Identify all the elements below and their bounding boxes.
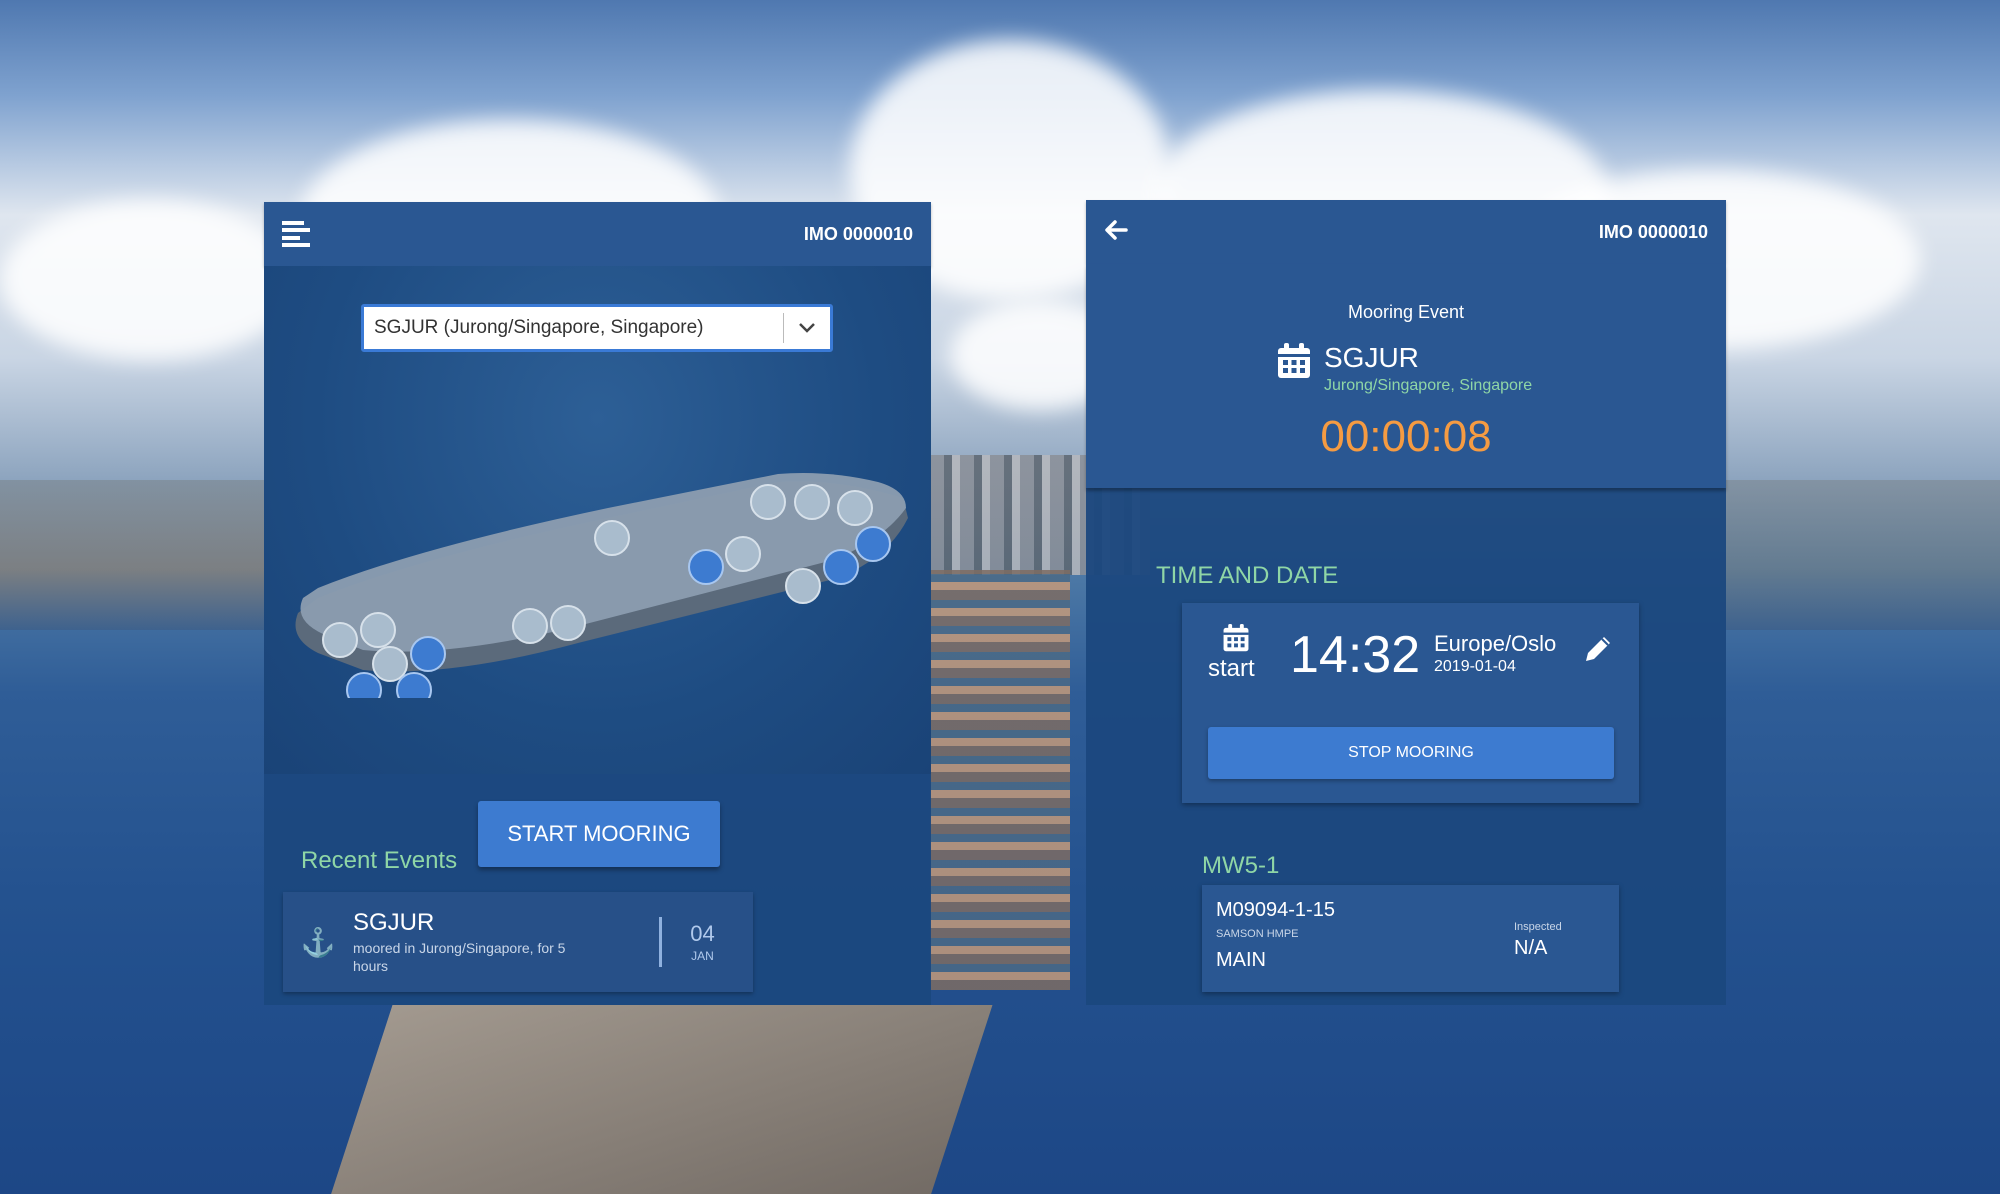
mooring-event-title: Mooring Event <box>1347 302 1465 322</box>
mooring-location: Jurong/Singapore, Singapore <box>1324 377 1533 394</box>
arrow-left-icon[interactable] <box>1104 216 1128 248</box>
mooring-point <box>688 549 724 585</box>
pencil-edit-icon[interactable] <box>1582 633 1614 665</box>
start-date: 2019-01-04 <box>1434 658 1516 675</box>
ship-map-area: SGJUR (Jurong/Singapore, Singapore) STAR… <box>264 266 931 867</box>
mooring-point <box>750 484 786 520</box>
mooring-point <box>855 526 891 562</box>
stop-mooring-button[interactable]: STOP MOORING <box>1208 727 1614 779</box>
calendar-icon <box>1278 343 1310 378</box>
mooring-point <box>396 672 432 698</box>
recent-event-item[interactable]: ⚓ SGJUR moored in Jurong/Singapore, for … <box>283 892 753 992</box>
mooring-point <box>837 490 873 526</box>
time-and-date-card: start 14:32 Europe/Oslo 2019-01-04 STOP … <box>1182 603 1639 803</box>
mooring-timer: 00:00:08 <box>1320 412 1492 461</box>
line-id: M09094-1-15 <box>1216 899 1335 921</box>
mooring-start-screen: IMO 0000010 SGJUR (Jurong/Singapore, Sin… <box>264 202 931 1005</box>
ship-diagram <box>295 473 908 698</box>
port-select-value: SGJUR (Jurong/Singapore, Singapore) <box>374 317 704 338</box>
mooring-point <box>360 612 396 648</box>
event-month: JAN <box>691 949 714 963</box>
event-description: moored in Jurong/Singapore, for 5 hours <box>353 940 566 974</box>
mooring-point <box>512 608 548 644</box>
event-port-code: SGJUR <box>353 909 435 936</box>
mooring-point <box>410 636 446 672</box>
top-bar: IMO 0000010 <box>1086 200 1726 264</box>
recent-events-title: Recent Events <box>301 847 458 874</box>
mooring-point <box>785 568 821 604</box>
mooring-line-card[interactable]: M09094-1-15 SAMSON HMPE MAIN Inspected N… <box>1202 885 1619 992</box>
calendar-icon <box>1223 624 1249 652</box>
mooring-winch-title: MW5-1 <box>1202 852 1280 879</box>
event-day: 04 <box>690 921 715 946</box>
imo-label: IMO 0000010 <box>803 223 913 244</box>
timezone: Europe/Oslo <box>1434 631 1557 656</box>
line-type: SAMSON HMPE <box>1216 928 1299 940</box>
top-bar: IMO 0000010 <box>264 202 931 266</box>
start-time: 14:32 <box>1290 626 1421 684</box>
mooring-point <box>594 520 630 556</box>
anchor-icon: ⚓ <box>300 926 336 958</box>
mooring-point <box>550 605 586 641</box>
line-role: MAIN <box>1216 949 1266 971</box>
imo-label: IMO 0000010 <box>1598 221 1708 242</box>
mooring-event-header: Mooring Event SGJUR Jurong/Singapore, Si… <box>1086 264 1726 488</box>
mooring-point <box>725 536 761 572</box>
start-label: start <box>1208 655 1255 682</box>
hamburger-menu-icon[interactable] <box>282 221 310 247</box>
port-select[interactable]: SGJUR (Jurong/Singapore, Singapore) <box>361 304 833 352</box>
mooring-point <box>823 549 859 585</box>
mooring-point <box>322 622 358 658</box>
mooring-port-code: SGJUR <box>1324 342 1419 373</box>
chevron-down-icon[interactable] <box>784 323 830 333</box>
inspected-value: N/A <box>1514 937 1548 959</box>
mooring-point <box>372 646 408 682</box>
mooring-event-screen: IMO 0000010 Mooring Event SGJUR Jurong/S… <box>1086 200 1726 1005</box>
time-and-date-title: TIME AND DATE <box>1156 562 1339 589</box>
mooring-point <box>794 484 830 520</box>
event-date: 04 JAN <box>659 917 743 967</box>
inspected-label: Inspected <box>1514 921 1562 933</box>
mooring-point <box>346 672 382 698</box>
start-mooring-button[interactable]: START MOORING <box>478 801 720 867</box>
